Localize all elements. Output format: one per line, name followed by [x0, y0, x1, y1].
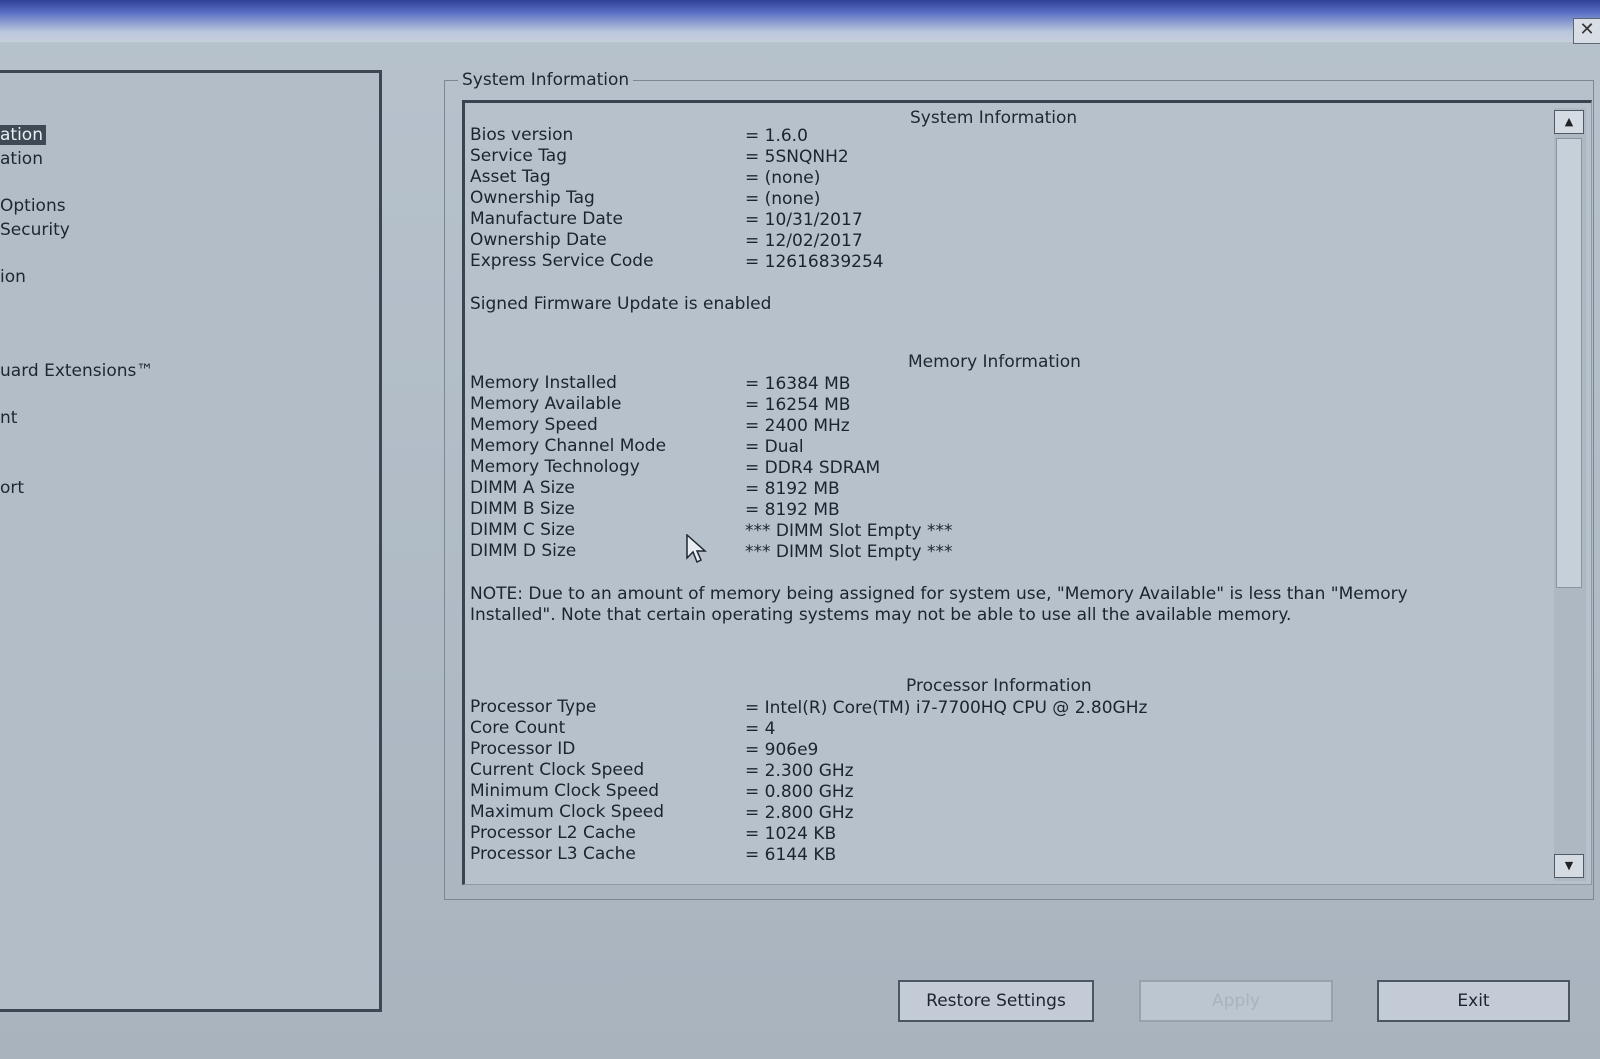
- system-info-heading: System Information: [910, 108, 1078, 128]
- info-value: = 12616839254: [745, 252, 884, 272]
- info-label: Memory Installed: [470, 373, 617, 393]
- info-label: Core Count: [470, 718, 566, 738]
- info-value: *** DIMM Slot Empty ***: [745, 542, 953, 562]
- info-value: = 1024 KB: [745, 824, 837, 844]
- mouse-cursor-icon: [686, 534, 707, 564]
- info-value: = 16384 MB: [745, 374, 851, 394]
- info-value: = 1.6.0: [745, 126, 808, 146]
- nav-item-system-information[interactable]: ation: [0, 125, 46, 145]
- firmware-status-text: Signed Firmware Update is enabled: [470, 294, 772, 314]
- info-value: = 0.800 GHz: [745, 782, 854, 802]
- info-label: DIMM B Size: [470, 499, 575, 519]
- info-label: Memory Available: [470, 394, 622, 414]
- info-label: Ownership Date: [470, 230, 607, 250]
- apply-button[interactable]: Apply: [1139, 980, 1333, 1022]
- nav-item-battery-information[interactable]: ation: [0, 149, 43, 169]
- info-label: Memory Speed: [470, 415, 598, 435]
- info-label: Processor L2 Cache: [470, 823, 636, 843]
- window-title-bar: ✕: [0, 0, 1600, 44]
- info-label: Express Service Code: [470, 251, 654, 271]
- memory-info-heading: Memory Information: [908, 352, 1081, 372]
- info-label: Manufacture Date: [470, 209, 623, 229]
- info-value: = 906e9: [745, 740, 819, 760]
- info-value: = (none): [745, 189, 821, 209]
- arrow-up-icon: ▲: [1564, 115, 1574, 128]
- info-value: = Dual: [745, 437, 804, 457]
- info-value: = 6144 KB: [745, 845, 837, 865]
- info-label: Processor L3 Cache: [470, 844, 636, 864]
- info-value: = Intel(R) Core(TM) i7-7700HQ CPU @ 2.80…: [745, 698, 1148, 718]
- nav-item-security[interactable]: Security: [0, 220, 70, 240]
- info-label: Maximum Clock Speed: [470, 802, 665, 822]
- nav-item-management[interactable]: nt: [0, 408, 17, 428]
- info-value: = 2.300 GHz: [745, 761, 854, 781]
- processor-info-heading: Processor Information: [906, 676, 1092, 696]
- info-label: Bios version: [470, 125, 574, 145]
- info-value: = 2400 MHz: [745, 416, 850, 436]
- scroll-down-button[interactable]: ▼: [1554, 854, 1584, 878]
- info-label: Processor ID: [470, 739, 576, 759]
- info-value: *** DIMM Slot Empty ***: [745, 521, 953, 541]
- group-title: System Information: [458, 70, 634, 90]
- info-label: Current Clock Speed: [470, 760, 645, 780]
- info-value: = 8192 MB: [745, 500, 840, 520]
- arrow-down-icon: ▼: [1564, 859, 1574, 872]
- info-value: = 4: [745, 719, 776, 739]
- info-label: Service Tag: [470, 146, 568, 166]
- nav-item-boot-options[interactable]: Options: [0, 196, 66, 216]
- restore-settings-button[interactable]: Restore Settings: [898, 980, 1094, 1022]
- info-value: = 2.800 GHz: [745, 803, 854, 823]
- scroll-up-button[interactable]: ▲: [1554, 110, 1584, 134]
- info-value: = 5SNQNH2: [745, 147, 849, 167]
- vertical-scrollbar[interactable]: ▲ ▼: [1554, 108, 1586, 881]
- nav-item-configuration[interactable]: ion: [0, 267, 26, 287]
- info-label: DIMM D Size: [470, 541, 577, 561]
- memory-note: NOTE: Due to an amount of memory being a…: [470, 584, 1408, 625]
- nav-item-support[interactable]: ort: [0, 478, 24, 498]
- info-label: DIMM C Size: [470, 520, 576, 540]
- info-value: = 12/02/2017: [745, 231, 863, 251]
- info-value: = 16254 MB: [745, 395, 851, 415]
- close-icon: ✕: [1579, 19, 1595, 40]
- info-label: Ownership Tag: [470, 188, 595, 208]
- info-value: = DDR4 SDRAM: [745, 458, 881, 478]
- info-label: Memory Channel Mode: [470, 436, 667, 456]
- close-button[interactable]: ✕: [1573, 18, 1600, 44]
- info-value: = 10/31/2017: [745, 210, 863, 230]
- nav-item-sgx[interactable]: uard Extensions™: [0, 361, 153, 381]
- info-label: DIMM A Size: [470, 478, 575, 498]
- scroll-thumb[interactable]: [1556, 138, 1582, 588]
- info-value: = 8192 MB: [745, 479, 840, 499]
- info-label: Processor Type: [470, 697, 597, 717]
- info-label: Minimum Clock Speed: [470, 781, 660, 801]
- exit-button[interactable]: Exit: [1377, 980, 1570, 1022]
- info-value: = (none): [745, 168, 821, 188]
- info-label: Memory Technology: [470, 457, 640, 477]
- info-label: Asset Tag: [470, 167, 551, 187]
